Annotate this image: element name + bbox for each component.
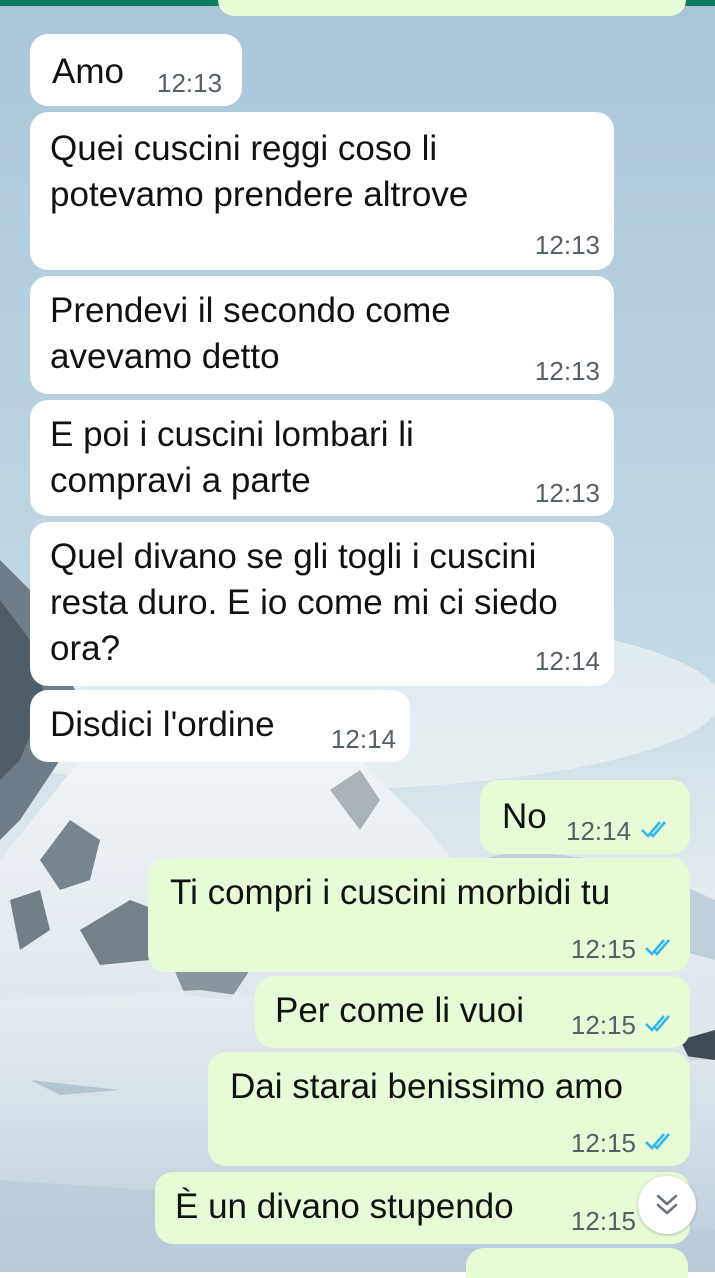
message-incoming[interactable]: Prendevi il secondo come avevamo detto 1…	[30, 276, 614, 394]
message-text: Ti compri i cuscini morbidi tu	[170, 873, 611, 912]
message-outgoing[interactable]: Ti compri i cuscini morbidi tu 12:15	[148, 858, 690, 972]
read-ticks-icon	[645, 1133, 670, 1150]
message-time: 12:13	[534, 356, 600, 386]
read-ticks-icon	[641, 821, 666, 838]
message-time: 12:13	[157, 68, 223, 98]
message-time: 12:15	[570, 1010, 636, 1040]
message-time: 12:14	[534, 646, 600, 676]
message-outgoing[interactable]: È un divano stupendo 12:15	[155, 1172, 690, 1244]
message-outgoing[interactable]: No 12:14	[480, 780, 690, 854]
next-message-bubble[interactable]	[466, 1248, 688, 1278]
message-time: 12:14	[566, 816, 632, 846]
message-text: Quel divano se gli togli i cuscini resta…	[50, 537, 558, 668]
scroll-to-bottom-button[interactable]	[638, 1176, 696, 1234]
message-outgoing[interactable]: Per come li vuoi 12:15	[255, 976, 690, 1048]
message-text: Amo	[52, 52, 124, 91]
message-time: 12:15	[570, 1206, 636, 1236]
message-time: 12:14	[330, 724, 396, 754]
message-text: Prendevi il secondo come avevamo detto	[50, 291, 451, 376]
message-time: 12:13	[534, 230, 600, 260]
message-outgoing[interactable]: Dai starai benissimo amo 12:15	[208, 1052, 690, 1166]
message-text: Quei cuscini reggi coso li potevamo pren…	[50, 129, 469, 214]
message-incoming[interactable]: Disdici l'ordine 12:14	[30, 690, 410, 762]
message-time: 12:15	[570, 1128, 636, 1158]
message-time: 12:13	[534, 478, 600, 508]
previous-message-bubble[interactable]	[218, 0, 686, 16]
message-time: 12:15	[570, 934, 636, 964]
message-incoming[interactable]: E poi i cuscini lombari li compravi a pa…	[30, 400, 614, 516]
message-text: Per come li vuoi	[275, 991, 524, 1030]
message-incoming[interactable]: Quel divano se gli togli i cuscini resta…	[30, 522, 614, 686]
message-text: No	[502, 797, 547, 836]
read-ticks-icon	[645, 1015, 670, 1032]
message-text: Dai starai benissimo amo	[230, 1067, 623, 1106]
read-ticks-icon	[645, 939, 670, 956]
double-chevron-down-icon	[656, 1194, 678, 1215]
message-text: E poi i cuscini lombari li compravi a pa…	[50, 415, 414, 500]
message-text: Disdici l'ordine	[50, 705, 275, 744]
message-text: È un divano stupendo	[175, 1187, 514, 1226]
message-incoming[interactable]: Amo 12:13	[30, 34, 242, 106]
message-incoming[interactable]: Quei cuscini reggi coso li potevamo pren…	[30, 112, 614, 270]
